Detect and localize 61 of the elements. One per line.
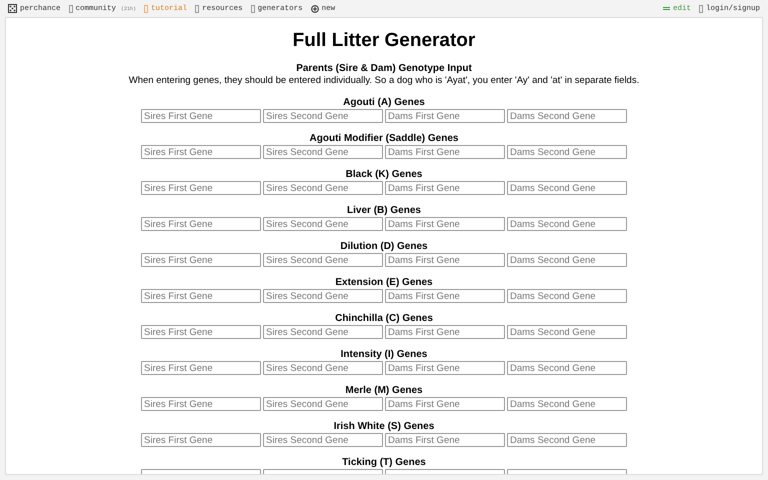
gene-input[interactable]: Sires First Gene [141,145,261,159]
gene-input[interactable]: Sires First Gene [141,325,261,339]
gene-input[interactable]: Sires Second Gene [263,433,383,447]
gene-input[interactable]: Dams First Gene [385,433,505,447]
gene-title: Extension (E) Genes [335,277,433,289]
gene-title: Chinchilla (C) Genes [335,313,433,325]
gene-title: Agouti Modifier (Saddle) Genes [310,133,458,145]
gene-title: Intensity (I) Genes [340,349,428,361]
glyph-icon [144,4,148,12]
gene-input[interactable]: Dams Second Gene [507,325,627,339]
gene-input[interactable]: Sires Second Gene [263,145,383,159]
gene-input[interactable]: Sires First Gene [141,433,261,447]
gene-input[interactable]: Dams Second Gene [507,361,627,375]
plus-icon [310,4,319,12]
glyph-icon [250,4,255,12]
gene-input[interactable]: Sires Second Gene [263,217,383,231]
gene-input[interactable]: Sires First Gene [141,253,261,267]
gene-input[interactable]: Sires First Gene [141,289,261,303]
gene-input[interactable]: Sires First Gene [141,109,261,123]
glyph-icon [68,4,73,12]
gene-title: Agouti (A) Genes [343,97,425,109]
gene-input[interactable]: Dams Second Gene [507,397,627,411]
gene-input[interactable]: Sires Second Gene [263,289,383,303]
gene-input[interactable]: Dams Second Gene [507,217,627,231]
gene-input[interactable]: Dams First Gene [385,289,505,303]
gene-input[interactable]: Sires Second Gene [263,253,383,267]
gene-input[interactable]: Dams First Gene [385,253,505,267]
gene-input[interactable]: Dams First Gene [385,145,505,159]
gene-title: Black (K) Genes [346,169,422,181]
gene-title: Ticking (T) Genes [342,457,426,469]
gene-input[interactable]: Dams First Gene [385,109,505,123]
gene-input[interactable]: Sires Second Gene [263,181,383,195]
gene-title: Liver (B) Genes [347,205,421,217]
gene-title: Merle (M) Genes [345,385,423,397]
gene-input[interactable]: Dams First Gene [385,397,505,411]
gene-input[interactable]: Dams Second Gene [507,181,627,195]
gene-input[interactable]: Sires First Gene [141,361,261,375]
gene-input[interactable]: Dams First Gene [385,361,505,375]
gene-input[interactable]: Sires Second Gene [263,361,383,375]
gene-input[interactable]: Dams First Gene [385,181,505,195]
gene-input[interactable]: Sires Second Gene [263,397,383,411]
gene-input[interactable]: Sires First Gene [141,181,261,195]
gene-input[interactable]: Sires First Gene [141,397,261,411]
gene-input[interactable]: Dams Second Gene [507,253,627,267]
gene-title: Irish White (S) Genes [334,421,434,433]
gene-input[interactable]: Sires First Gene [141,217,261,231]
glyph-icon [195,4,200,12]
gene-input[interactable]: Dams First Gene [385,217,505,231]
dice-icon [8,4,17,13]
gene-input[interactable]: Dams Second Gene [507,289,627,303]
glyph-icon [698,4,703,12]
gene-input[interactable]: Sires Second Gene [263,109,383,123]
gene-input[interactable]: Dams Second Gene [507,433,627,447]
gene-input[interactable]: Dams First Gene [385,325,505,339]
gene-input[interactable]: Dams Second Gene [507,109,627,123]
gene-input[interactable]: Dams Second Gene [507,145,627,159]
section-heading: Parents (Sire & Dam) Genotype Input [296,63,472,75]
description: When entering genes, they should be entered individually. So a dog who is 'Ayat', you enter 'Ay' and 'at' in separate fields. [128,75,640,87]
gene-title: Dilution (D) Genes [340,241,428,253]
page-title: Full Litter Generator [292,29,476,53]
gene-input[interactable]: Sires Second Gene [263,325,383,339]
